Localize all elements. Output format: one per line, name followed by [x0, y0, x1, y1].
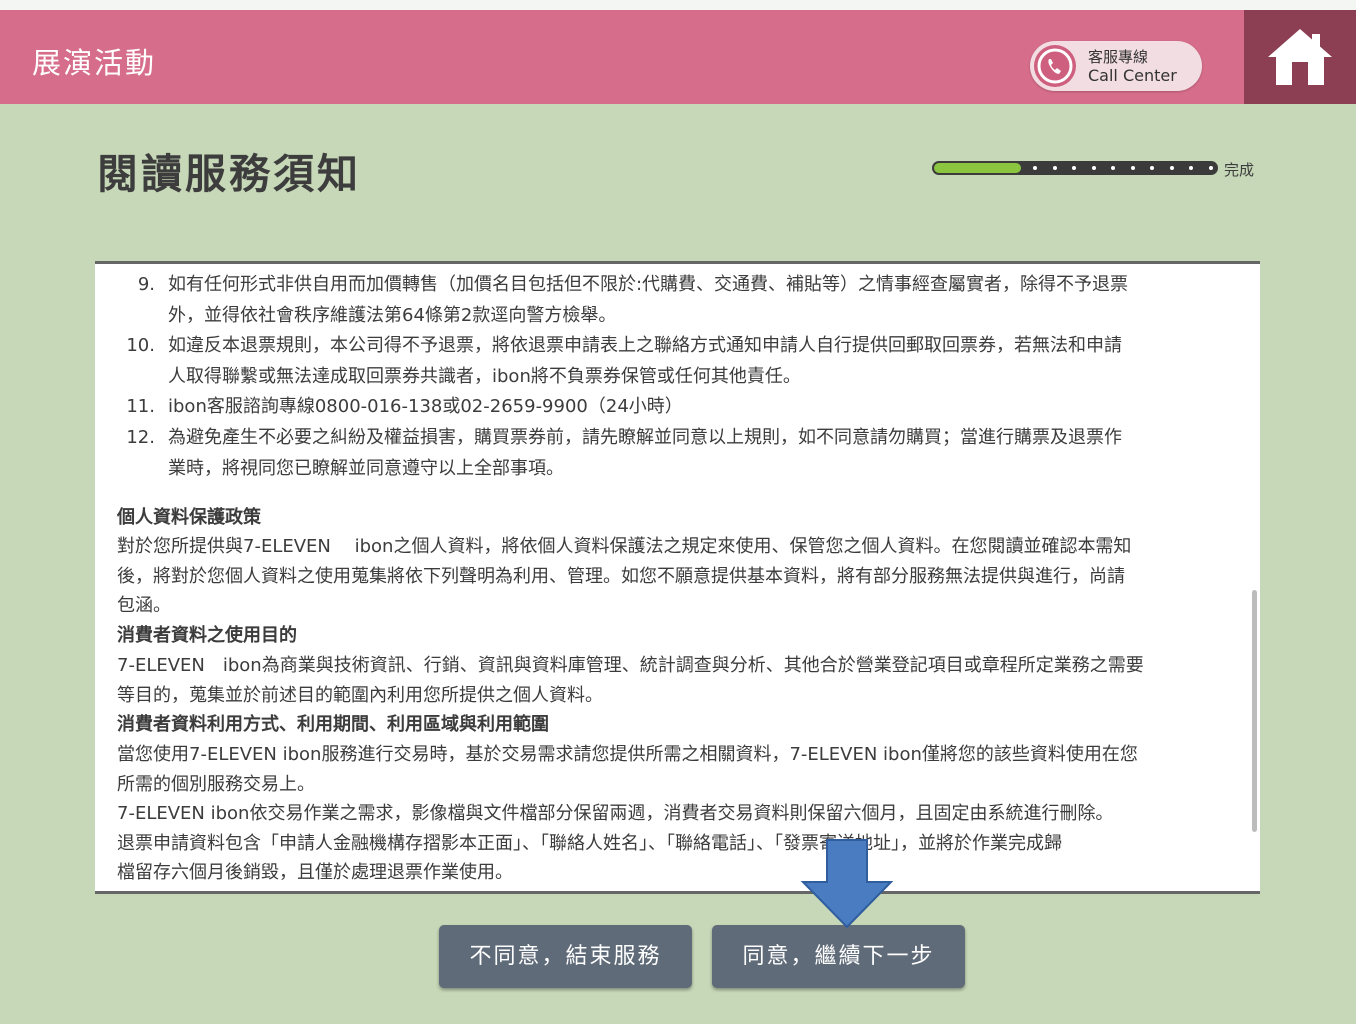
usage-paragraph: 當您使用7-ELEVEN ibon服務進行交易時，基於交易需求請您提供所需之相關… — [117, 740, 1237, 888]
home-icon — [1268, 29, 1332, 85]
header-bar: 展演活動 客服專線 Call Center — [0, 10, 1356, 104]
notice-item-number: 11. — [126, 396, 155, 417]
notice-item-text: 如有任何形式非供自用而加價轉售（加價名目包括但不限於:代購費、交通費、補貼等）之… — [168, 269, 1230, 331]
disagree-end-button[interactable]: 不同意，結束服務 — [439, 925, 692, 988]
notice-item-text: ibon客服諮詢專線0800-016-138或02-2659-9900（24小時… — [168, 391, 1230, 422]
notice-line: 如有任何形式非供自用而加價轉售（加價名目包括但不限於:代購費、交通費、補貼等）之… — [168, 274, 1129, 295]
progress-step-dot — [1209, 166, 1213, 170]
privacy-heading: 個人資料保護政策 — [117, 507, 261, 528]
notice-item-text: 如違反本退票規則，本公司得不予退票，將依退票申請表上之聯絡方式通知申請人自行提供… — [168, 330, 1230, 392]
call-center-button[interactable]: 客服專線 Call Center — [1030, 41, 1202, 91]
progress-step-dot — [1189, 166, 1193, 170]
notice-line: 人取得聯繫或無法達成取回票券共識者，ibon將不負票券保管或任何其他責任。 — [168, 366, 801, 387]
notice-line: 對於您所提供與7-ELEVEN ibon之個人資料，將依個人資料保護法之規定來使… — [117, 536, 1132, 557]
notice-line: 業時，將視同您已瞭解並同意遵守以上全部事項。 — [168, 458, 564, 479]
call-center-label-zh: 客服專線 — [1088, 48, 1149, 66]
notice-line: 7-ELEVEN ibon為商業與技術資訊、行銷、資訊與資料庫管理、統計調查與分… — [117, 655, 1144, 676]
privacy-paragraph: 對於您所提供與7-ELEVEN ibon之個人資料，將依個人資料保護法之規定來使… — [117, 532, 1237, 621]
notice-line: 檔留存六個月後銷毀，且僅於處理退票作業使用。 — [117, 862, 513, 883]
notice-item-number: 12. — [126, 427, 155, 448]
progress-step-dot — [1033, 166, 1037, 170]
arrow-down-icon — [800, 839, 894, 929]
agree-continue-button[interactable]: 同意，繼續下一步 — [712, 925, 965, 988]
notice-line: 退票申請資料包含「申請人金融機構存摺影本正面」、「聯絡人姓名」、「聯絡電話」、「… — [117, 832, 1062, 854]
header-title: 展演活動 — [32, 46, 157, 80]
progress-step-dot — [1053, 166, 1057, 170]
notice-item-number: 9. — [137, 274, 155, 295]
notice-line: 包涵。 — [117, 595, 171, 616]
phone-icon — [1034, 45, 1076, 87]
progress-step-dot — [1072, 166, 1076, 170]
home-button[interactable] — [1244, 10, 1356, 104]
progress-step-dot — [1170, 166, 1174, 170]
notice-scrollbar[interactable] — [1252, 590, 1257, 832]
app-screen: 展演活動 客服專線 Call Center 閱讀服務須知 完成 9. 如有任何形… — [0, 0, 1356, 1024]
progress-step-dot — [1131, 166, 1135, 170]
notice-line: 外，並得依社會秩序維護法第64條第2款逕向警方檢舉。 — [168, 305, 617, 326]
top-strip — [0, 0, 1356, 10]
notice-line: 所需的個別服務交易上。 — [117, 773, 315, 795]
notice-line: 7-ELEVEN ibon依交易作業之需求，影像檔與文件檔部分保留兩週，消費者交… — [117, 803, 1114, 824]
progress-bar — [932, 161, 1218, 175]
purpose-heading: 消費者資料之使用目的 — [117, 625, 297, 646]
progress-label: 完成 — [1224, 161, 1255, 179]
purpose-paragraph: 7-ELEVEN ibon為商業與技術資訊、行銷、資訊與資料庫管理、統計調查與分… — [117, 651, 1237, 710]
notice-line: 後，將對於您個人資料之使用蒐集將依下列聲明為利用、管理。如您不願意提供基本資料，… — [117, 565, 1125, 587]
notice-item-text: 為避免產生不必要之糾紛及權益損害，購買票券前，請先瞭解並同意以上規則，如不同意請… — [168, 422, 1230, 484]
progress-step-dot — [1150, 166, 1154, 170]
notice-line: 等目的，蒐集並於前述目的範圍內利用您所提供之個人資料。 — [117, 684, 603, 706]
progress-step-dot — [1092, 166, 1096, 170]
notice-line: 當您使用7-ELEVEN ibon服務進行交易時，基於交易需求請您提供所需之相關… — [117, 744, 1138, 765]
call-center-label-en: Call Center — [1088, 66, 1177, 85]
service-notice-panel[interactable]: 9. 如有任何形式非供自用而加價轉售（加價名目包括但不限於:代購費、交通費、補貼… — [95, 261, 1260, 894]
notice-line: ibon客服諮詢專線0800-016-138或02-2659-9900（24小時… — [168, 396, 683, 417]
notice-line: 為避免產生不必要之糾紛及權益損害，購買票券前，請先瞭解並同意以上規則，如不同意請… — [168, 427, 1122, 448]
progress-step-dot — [1111, 166, 1115, 170]
notice-item-number: 10. — [126, 335, 155, 356]
page-title: 閱讀服務須知 — [97, 150, 361, 198]
progress-steps — [932, 161, 1218, 175]
notice-line: 如違反本退票規則，本公司得不予退票，將依退票申請表上之聯絡方式通知申請人自行提供… — [168, 335, 1122, 356]
usage-heading: 消費者資料利用方式、利用期間、利用區域與利用範圍 — [117, 714, 549, 735]
